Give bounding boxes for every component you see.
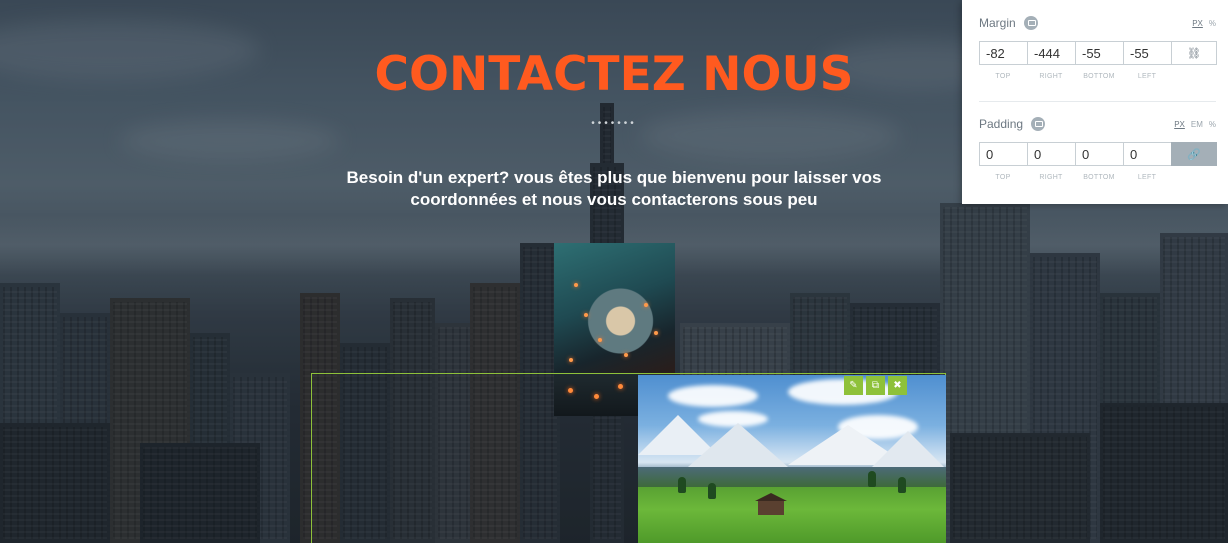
margin-unit-px[interactable]: PX [1192,19,1203,28]
side-label-right: RIGHT [1039,73,1063,80]
margin-inputs: ⛓ [979,41,1217,65]
margin-side-labels: TOP RIGHT BOTTOM LEFT [979,73,1217,80]
panel-divider [979,101,1216,102]
subtitle-line-1: Besoin d'un expert? vous êtes plus que b… [346,168,882,187]
padding-top-input[interactable] [979,142,1027,166]
margin-top-input[interactable] [979,41,1027,65]
padding-right-input[interactable] [1027,142,1075,166]
margin-header: Margin PX % [979,16,1216,30]
unlink-values-icon[interactable]: ⛓ [1171,41,1217,65]
responsive-device-icon[interactable] [1031,117,1046,131]
padding-unit-px[interactable]: PX [1174,120,1185,129]
margin-unit-percent[interactable]: % [1209,19,1216,28]
side-label-bottom: BOTTOM [1083,73,1115,80]
margin-left-input[interactable] [1123,41,1171,65]
side-label-right: RIGHT [1039,174,1063,181]
link-values-icon[interactable]: 🔗 [1171,142,1217,166]
margin-bottom-input[interactable] [1075,41,1123,65]
responsive-device-icon[interactable] [1023,16,1038,30]
mountain-meadow-photo[interactable] [638,375,946,543]
delete-icon[interactable]: ✖ [888,376,907,395]
spacing-panel: Margin PX % ⛓ TOP RIGHT BOTTOM LEFT Padd… [962,0,1228,204]
padding-units: PX EM % [1174,120,1216,129]
padding-left-input[interactable] [1123,142,1171,166]
padding-unit-em[interactable]: EM [1191,120,1203,129]
side-label-top: TOP [995,73,1011,80]
side-label-bottom: BOTTOM [1083,174,1115,181]
side-label-left: LEFT [1137,73,1157,80]
crystal-ball-photo[interactable] [554,243,675,373]
padding-inputs: 🔗 [979,142,1217,166]
margin-right-input[interactable] [1027,41,1075,65]
padding-bottom-input[interactable] [1075,142,1123,166]
padding-side-labels: TOP RIGHT BOTTOM LEFT [979,174,1217,181]
edit-icon[interactable]: ✎ [844,376,863,395]
duplicate-icon[interactable]: ⧉ [866,376,885,395]
margin-units: PX % [1192,19,1216,28]
side-label-top: TOP [995,174,1011,181]
subtitle-line-2: coordonnées et nous vous contacterons so… [410,190,818,209]
padding-label: Padding [979,117,1024,131]
hero-subtitle: Besoin d'un expert? vous êtes plus que b… [320,167,908,211]
padding-unit-percent[interactable]: % [1209,120,1216,129]
side-label-left: LEFT [1137,174,1157,181]
padding-header: Padding PX EM % [979,117,1216,131]
element-toolbar: ✎ ⧉ ✖ [844,376,907,395]
margin-label: Margin [979,16,1016,30]
